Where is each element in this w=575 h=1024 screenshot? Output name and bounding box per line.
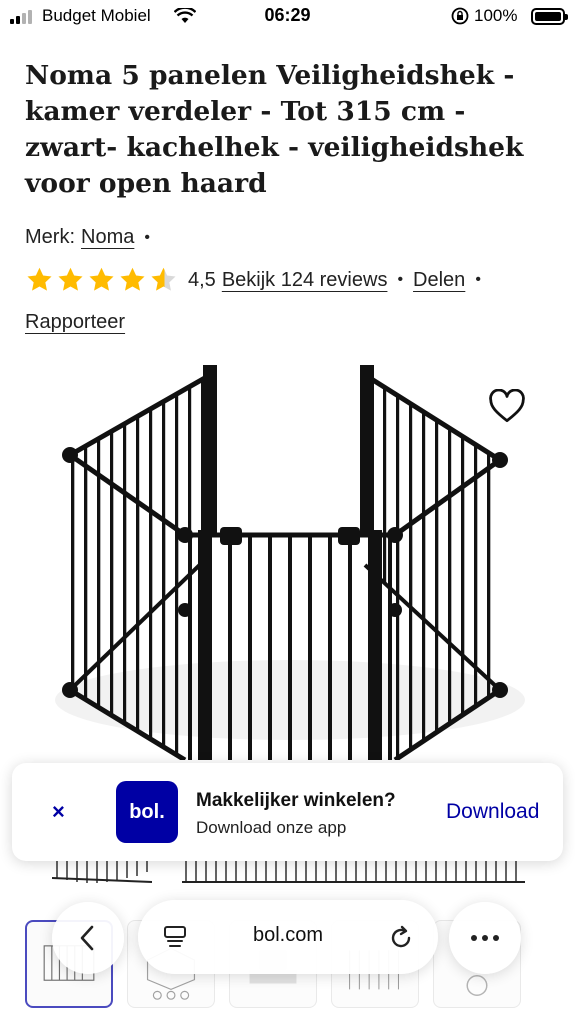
logo-text: bol. <box>129 800 165 823</box>
address-bar[interactable]: bol.com <box>138 900 438 974</box>
star-icon <box>120 267 145 291</box>
image-peek <box>52 858 152 886</box>
share-link[interactable]: Delen <box>413 269 465 292</box>
back-button[interactable] <box>52 902 124 974</box>
star-icon <box>58 267 83 291</box>
more-button[interactable] <box>449 902 521 974</box>
heart-icon <box>489 389 525 423</box>
separator-dot: • <box>144 228 150 246</box>
brand-link[interactable]: Noma <box>81 226 134 249</box>
rotation-lock-icon <box>451 7 469 30</box>
reviews-link[interactable]: Bekijk 124 reviews <box>222 269 388 292</box>
rating-value: 4,5 <box>188 268 216 291</box>
brand-row: Merk: Noma • <box>25 226 160 249</box>
half-star-icon <box>151 267 176 291</box>
separator-dot: • <box>397 271 404 288</box>
reload-icon[interactable] <box>388 925 414 956</box>
status-bar: Budget Mobiel 06:29 100% <box>0 0 575 34</box>
separator-dot: • <box>475 271 481 288</box>
product-title: Noma 5 panelen Veiligheidshek - kamer ve… <box>25 60 524 199</box>
star-icon <box>27 267 52 291</box>
banner-subtitle: Download onze app <box>196 818 347 837</box>
more-icon <box>471 935 499 941</box>
browser-toolbar: bol.com <box>0 890 575 1000</box>
rating-stars[interactable] <box>25 266 178 294</box>
favorite-button[interactable] <box>484 385 530 427</box>
chevron-left-icon <box>80 925 94 951</box>
banner-headline: Makkelijker winkelen? <box>196 790 396 811</box>
report-link[interactable]: Rapporteer <box>25 311 125 334</box>
app-install-banner: × bol. Makkelijker winkelen? Download on… <box>12 763 563 861</box>
rating-row: 4,5 Bekijk 124 reviews • Delen • <box>25 266 491 294</box>
battery-percentage: 100% <box>474 6 518 25</box>
close-banner-button[interactable]: × <box>52 799 65 825</box>
battery-icon <box>531 8 568 25</box>
product-image[interactable] <box>40 355 540 760</box>
report-row: Rapporteer <box>25 311 125 334</box>
download-app-button[interactable]: Download <box>446 800 539 824</box>
brand-label: Merk: <box>25 226 75 248</box>
image-peek <box>182 858 525 883</box>
bol-app-logo: bol. <box>116 781 178 843</box>
star-icon <box>89 267 114 291</box>
